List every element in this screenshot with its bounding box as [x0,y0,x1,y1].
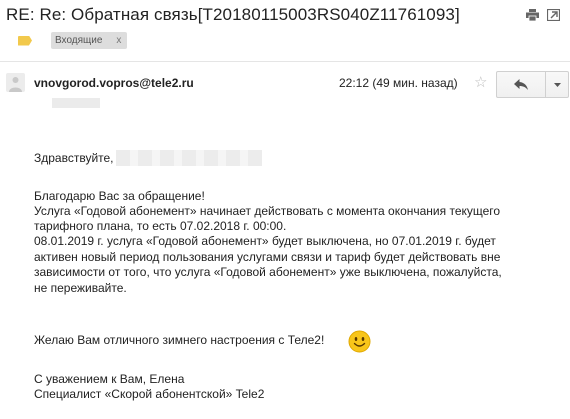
label-chip-inbox[interactable]: Входящие x [51,32,128,49]
body-line: Благодарю Вас за обращение! [34,189,205,203]
labels-row: Входящие x [18,32,128,49]
body-line: Услуга «Годовой абонемент» начинает дейс… [34,204,501,218]
divider [0,61,570,62]
smiley-emoji-icon [348,330,371,353]
person-icon [6,73,25,92]
body-line: активен новый период пользования услугам… [34,250,501,264]
recipient-name-masked [116,150,262,166]
label-tag-icon[interactable] [18,35,32,46]
remove-label-button[interactable]: x [116,35,121,46]
recipient-masked [52,98,100,108]
sender-address[interactable]: vnovgorod.vopros@tele2.ru [34,76,194,90]
email-subject: RE: Re: Обратная связь[T20180115003RS040… [6,5,460,24]
email-timestamp: 22:12 (49 мин. назад) [339,76,458,90]
reply-actions [496,71,569,98]
wish-line: Желаю Вам отличного зимнего настроения с… [34,333,325,347]
body-line: не переживайте. [34,281,127,295]
body-line: тарифного плана, то есть 07.02.2018 г. 0… [34,219,287,233]
header-actions [526,9,560,21]
body-line: 08.01.2019 г. услуга «Годовой абонемент»… [34,234,496,248]
open-in-new-window-icon[interactable] [547,9,560,21]
reply-button[interactable] [496,71,546,98]
label-chip-text: Входящие [55,35,103,46]
reply-icon [514,79,528,90]
more-actions-button[interactable] [546,71,569,98]
print-icon[interactable] [526,9,539,21]
regards-line: С уважением к Вам, Елена [34,372,185,386]
dropdown-arrow-icon [553,82,561,87]
star-icon[interactable]: ☆ [474,73,487,91]
signature-line: Специалист «Скорой абонентской» Tele2 [34,387,265,401]
greeting: Здравствуйте, [34,151,114,165]
body-line: зависимости от того, что услуга «Годовой… [34,265,502,279]
